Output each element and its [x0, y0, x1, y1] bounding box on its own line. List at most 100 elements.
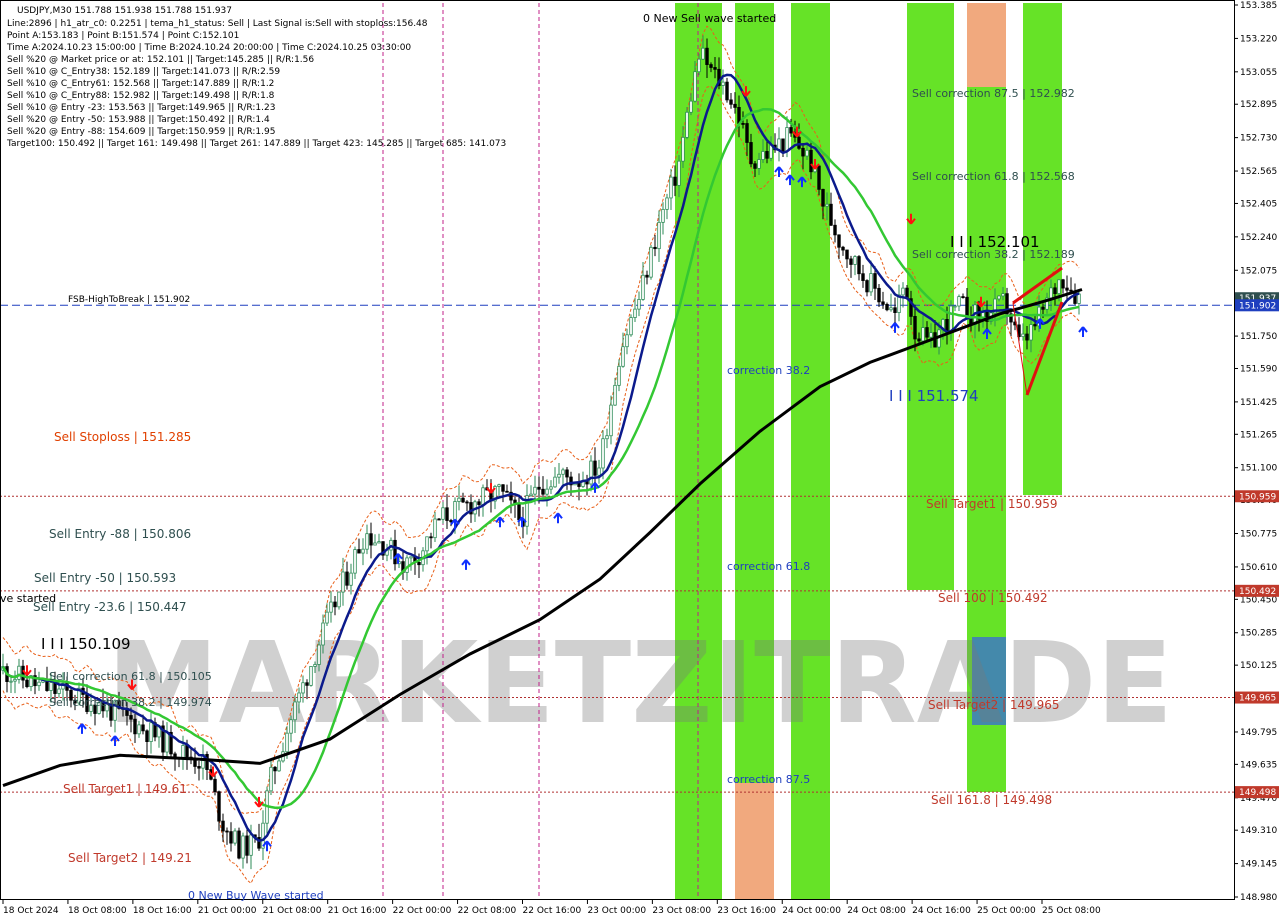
y-tick-label: 149.145 — [1240, 860, 1277, 870]
candle-body — [425, 536, 429, 552]
candle-body — [681, 136, 685, 162]
candle-body — [1061, 279, 1065, 289]
candle-body — [997, 295, 1001, 300]
candle-body — [797, 136, 801, 149]
candle-body — [353, 549, 357, 574]
x-tick-label: 21 Oct 00:00 — [198, 906, 257, 916]
candle-body — [637, 299, 641, 310]
candle-body — [885, 303, 889, 311]
annotation: Sell 161.8 | 149.498 — [931, 793, 1052, 807]
candle-body — [785, 127, 789, 152]
candle-body — [437, 518, 441, 521]
candle-body — [929, 332, 933, 338]
y-tick-label: 152.405 — [1240, 199, 1277, 209]
x-tick-label: 24 Oct 08:00 — [847, 906, 906, 916]
y-tick-label: 151.590 — [1240, 364, 1277, 374]
y-tick-label: 152.565 — [1240, 167, 1277, 177]
x-tick-label: 18 Oct 08:00 — [68, 906, 127, 916]
annotation: 0 New Buy Wave started — [188, 889, 324, 902]
candle-body — [861, 273, 865, 281]
candle-body — [953, 305, 957, 308]
candle-body — [705, 47, 709, 65]
candle-body — [653, 246, 657, 250]
annotation: Sell correction 61.8 | 150.105 — [49, 670, 212, 683]
candle-body — [245, 835, 249, 856]
candle-body — [845, 249, 849, 260]
x-tick-label: 24 Oct 16:00 — [912, 906, 971, 916]
x-tick-label: 21 Oct 16:00 — [328, 906, 387, 916]
candle-body — [869, 273, 873, 293]
annotation: Sell 100 | 150.492 — [938, 591, 1048, 605]
candle-body — [889, 307, 893, 311]
candle-body — [721, 81, 725, 86]
x-tick-label: 18 Oct 16:00 — [133, 906, 192, 916]
candle-body — [833, 224, 837, 236]
annotation: correction 38.2 — [727, 364, 810, 377]
candle-body — [453, 501, 457, 523]
candle-body — [693, 71, 697, 102]
price-tag-label: 150.492 — [1239, 587, 1276, 597]
y-tick-label: 150.450 — [1240, 595, 1277, 605]
candle-body — [377, 541, 381, 544]
candle-body — [21, 665, 25, 681]
candle-body — [301, 682, 305, 694]
info-line: Time A:2024.10.23 15:00:00 | Time B:2024… — [6, 43, 411, 53]
info-line: Sell %10 @ C_Entry61: 152.568 || Target:… — [7, 79, 274, 89]
candle-body — [285, 732, 289, 753]
candle-body — [337, 591, 341, 608]
y-tick-label: 150.285 — [1240, 629, 1277, 639]
candle-body — [645, 274, 649, 278]
y-tick-label: 148.980 — [1240, 893, 1277, 903]
x-tick-label: 23 Oct 00:00 — [587, 906, 646, 916]
candle-body — [809, 149, 813, 173]
price-chart[interactable]: MARKETZITRADE USDJPY,M30 151.788 151.938… — [0, 0, 1280, 920]
candle-body — [1053, 287, 1057, 294]
candle-body — [873, 273, 877, 289]
candle-body — [345, 571, 349, 586]
annotation: FSB-HighToBreak | 151.902 — [68, 295, 190, 305]
candle-body — [409, 556, 413, 559]
candle-body — [613, 384, 617, 406]
candle-body — [37, 681, 41, 687]
candle-body — [357, 549, 361, 554]
y-tick-label: 152.240 — [1240, 233, 1277, 243]
x-tick-label: 23 Oct 16:00 — [717, 906, 776, 916]
candle-body — [685, 111, 689, 138]
x-tick-label: 25 Oct 00:00 — [977, 906, 1036, 916]
candle-body — [689, 100, 693, 113]
candle-body — [829, 203, 833, 226]
chart-window[interactable]: MARKETZITRADE USDJPY,M30 151.788 151.938… — [0, 0, 1280, 920]
candle-body — [289, 719, 293, 734]
candle-body — [857, 256, 861, 275]
candle-body — [709, 64, 713, 68]
annotation: Sell correction 87.5 | 152.982 — [912, 87, 1075, 100]
candle-body — [505, 490, 509, 493]
candle-body — [609, 404, 613, 437]
candle-body — [217, 791, 221, 822]
candle-body — [761, 151, 765, 160]
candle-body — [617, 365, 621, 386]
candle-body — [181, 745, 185, 760]
annotation: Sell Target1 | 149.61 — [63, 782, 187, 796]
candle-body — [393, 539, 397, 565]
y-tick-label: 150.775 — [1240, 530, 1277, 540]
y-tick-label: 152.075 — [1240, 266, 1277, 276]
annotation: Sell Target2 | 149.21 — [68, 851, 192, 865]
candle-body — [141, 724, 145, 732]
candle-body — [669, 176, 673, 199]
candle-body — [497, 484, 501, 487]
y-tick-label: 151.425 — [1240, 398, 1277, 408]
candle-body — [145, 730, 149, 742]
candle-body — [313, 664, 317, 667]
candle-body — [713, 67, 717, 70]
candle-body — [225, 830, 229, 833]
candle-body — [593, 460, 597, 476]
annotation: I I I 151.574 — [889, 387, 979, 405]
annotation: correction 87.5 — [727, 773, 810, 786]
candle-body — [1065, 287, 1069, 291]
candle-body — [417, 561, 421, 566]
y-tick-label: 149.310 — [1240, 826, 1277, 836]
candle-body — [457, 497, 461, 502]
candle-body — [849, 258, 853, 265]
annotation: 0 New Sell wave started — [643, 12, 776, 25]
